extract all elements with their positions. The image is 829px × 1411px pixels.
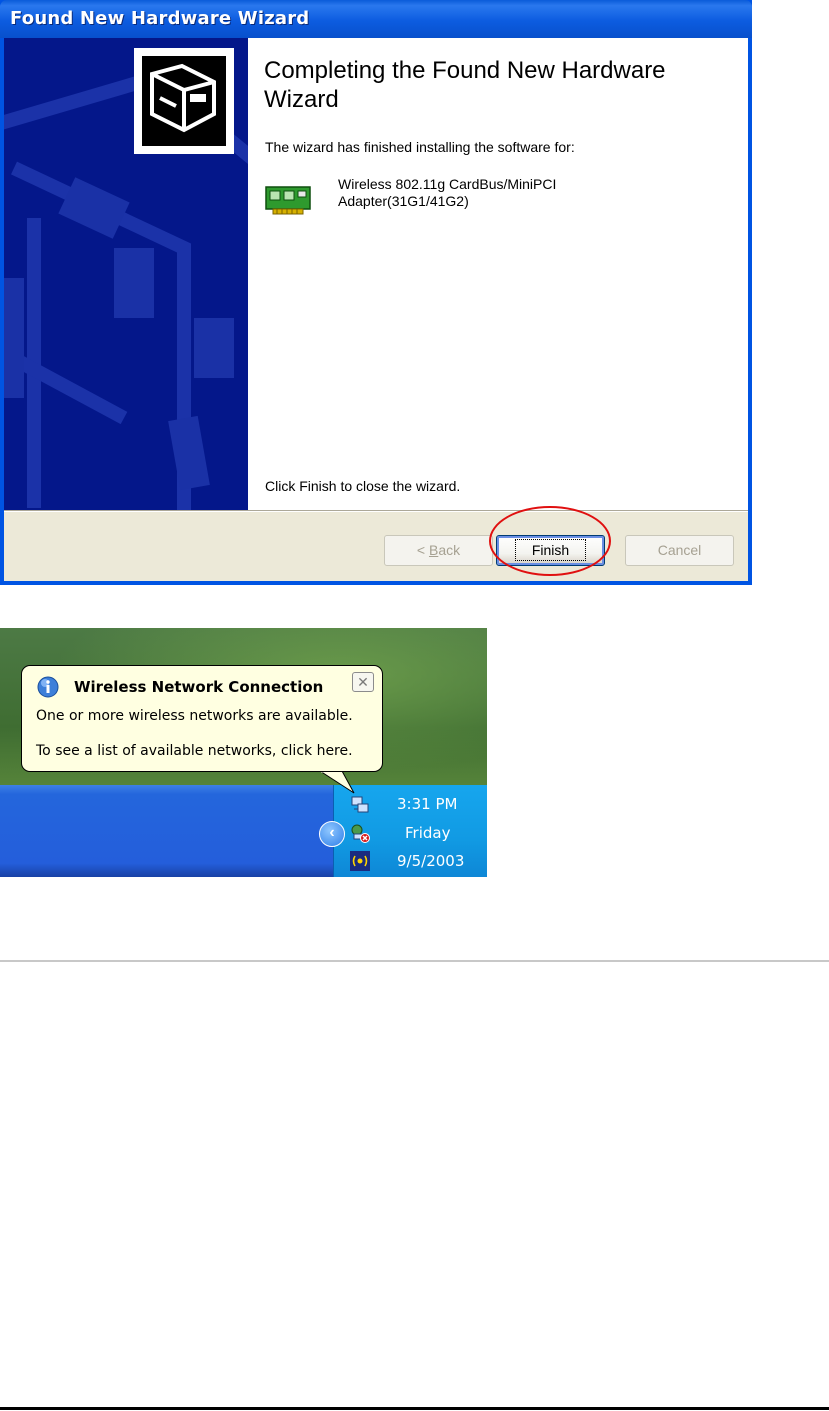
divider <box>4 510 748 512</box>
network-card-icon <box>265 186 311 215</box>
page-bottom-rule <box>0 1407 829 1410</box>
clock-day: Friday <box>405 824 451 842</box>
network-connection-icon[interactable] <box>350 795 370 815</box>
title-bar[interactable]: Found New Hardware Wizard <box>0 0 752 38</box>
wizard-window: Found New Hardware Wizard Completing the… <box>0 0 752 585</box>
device-name: Wireless 802.11g CardBus/MiniPCI Adapter… <box>338 176 557 209</box>
cancel-button-label: Cancel <box>657 542 702 558</box>
clock-date: 9/5/2003 <box>397 852 465 870</box>
banner-graphic <box>4 48 248 510</box>
wizard-banner <box>4 38 248 510</box>
wizard-content: Completing the Found New Hardware Wizard… <box>248 38 748 510</box>
info-icon <box>37 676 59 698</box>
finish-instruction: Click Finish to close the wizard. <box>265 478 461 494</box>
desktop-tray-screenshot: 3:31 PM Friday 9/5/2003 ‹ Wireless Netwo… <box>0 628 487 877</box>
show-hidden-icons-button[interactable]: ‹ <box>319 821 345 847</box>
intro-text: The wizard has finished installing the s… <box>265 139 575 155</box>
wizard-frame: Completing the Found New Hardware Wizard… <box>4 38 748 581</box>
back-button[interactable]: < Back <box>384 535 493 566</box>
balloon-message: One or more wireless networks are availa… <box>36 708 353 724</box>
wireless-utility-icon[interactable] <box>350 851 370 871</box>
back-button-mnemonic: B <box>428 542 439 558</box>
cancel-button[interactable]: Cancel <box>625 535 734 566</box>
separator-line <box>0 960 829 962</box>
highlight-circle <box>489 506 611 576</box>
clock-time[interactable]: 3:31 PM <box>397 795 457 813</box>
back-button-label: ack <box>438 542 461 558</box>
notification-balloon[interactable]: Wireless Network Connection ✕ One or mor… <box>21 665 383 772</box>
balloon-link[interactable]: To see a list of available networks, cli… <box>36 743 353 759</box>
window-title: Found New Hardware Wizard <box>10 8 310 29</box>
close-icon[interactable]: ✕ <box>352 672 374 692</box>
notification-area: 3:31 PM Friday 9/5/2003 <box>333 785 487 877</box>
page-title: Completing the Found New Hardware Wizard <box>264 57 666 113</box>
back-button-prefix: < <box>416 542 429 558</box>
balloon-title: Wireless Network Connection <box>74 678 324 696</box>
balloon-tail <box>318 770 355 794</box>
hardware-box-icon <box>134 48 234 154</box>
disconnected-network-icon[interactable] <box>350 823 370 843</box>
